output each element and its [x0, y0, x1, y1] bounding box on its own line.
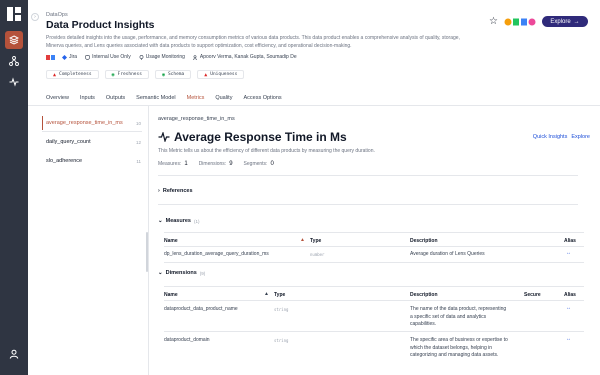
- dimension-name: dataproduct_data_product_name: [164, 306, 238, 312]
- meta-jira[interactable]: Jira: [46, 54, 77, 60]
- check-freshness[interactable]: ◉ Freshness: [104, 70, 149, 79]
- page-title: Data Product Insights: [46, 19, 155, 31]
- metric-item-daily-query-count[interactable]: daily_query_count: [46, 139, 91, 145]
- check-uniqueness[interactable]: ▲ Uniqueness: [197, 70, 245, 79]
- measures-toggle[interactable]: ⌄ Measures (1): [158, 218, 200, 224]
- divider: [42, 131, 142, 132]
- dimension-description: The specific area of business or experti…: [410, 337, 508, 358]
- nav-rail: [0, 0, 28, 375]
- dimension-description: The name of the data product, representi…: [410, 306, 507, 327]
- metric-title: Average Response Time in Ms: [158, 130, 347, 144]
- star-icon[interactable]: ☆: [489, 16, 498, 27]
- col-alias[interactable]: Alias: [564, 238, 576, 244]
- metric-item-count: 11: [136, 159, 141, 164]
- metric-item-count: 12: [135, 140, 141, 145]
- chevron-down-icon: ⌄: [158, 270, 163, 276]
- metric-description: This Metric tells us about the efficienc…: [158, 148, 375, 154]
- jira-icon: [62, 54, 67, 60]
- product-meta: Jira Internal Use Only Usage Monitoring …: [46, 54, 297, 60]
- meta-visibility: Internal Use Only: [85, 54, 131, 60]
- warning-icon: ▲: [204, 71, 208, 78]
- user-profile-icon[interactable]: [5, 345, 23, 363]
- tool-logos-icon: [46, 54, 55, 60]
- app-window: › DataOps Data Product Insights Provides…: [0, 0, 600, 375]
- metrics-list: average_response_time_in_ms 10 daily_que…: [28, 106, 149, 375]
- breadcrumb[interactable]: DataOps: [46, 12, 68, 18]
- activity-icon: [158, 132, 170, 142]
- metric-links: Quick Insights Explore: [533, 134, 590, 140]
- col-name[interactable]: Name: [164, 238, 178, 244]
- dimension-type: string: [274, 338, 289, 343]
- divider: [164, 246, 584, 247]
- chevron-down-icon: ⌄: [158, 218, 163, 224]
- metric-item-count: 10: [135, 121, 141, 126]
- divider: [158, 175, 578, 176]
- visibility-label: Internal Use Only: [92, 54, 131, 60]
- scrollbar[interactable]: [146, 232, 148, 272]
- location-pin-icon: [139, 54, 144, 60]
- col-alias[interactable]: Alias: [564, 292, 576, 298]
- integrations-icons[interactable]: [504, 17, 536, 27]
- app-logo-icon: [7, 7, 21, 21]
- main-area: DataOps Data Product Insights Provides d…: [28, 0, 600, 375]
- chevron-right-icon: ›: [158, 188, 160, 194]
- metric-item-slo-adherence[interactable]: slo_adherence: [46, 158, 82, 164]
- explore-button[interactable]: Explore →: [542, 16, 588, 27]
- usecase-label: Usage Monitoring: [145, 54, 185, 60]
- shield-icon: [85, 54, 90, 60]
- col-description[interactable]: Description: [410, 238, 438, 244]
- measure-type: number: [310, 252, 325, 257]
- users-icon: [192, 54, 197, 60]
- page-description: Provides detailed insights into the usag…: [46, 35, 460, 49]
- check-circle-icon: ◉: [161, 71, 165, 78]
- divider: [164, 262, 584, 263]
- divider: [164, 331, 584, 332]
- check-completeness[interactable]: ▲ Completeness: [46, 70, 99, 79]
- alias-link-icon[interactable]: ↔: [566, 250, 571, 256]
- warning-icon: ▲: [53, 71, 57, 78]
- col-name[interactable]: Name: [164, 292, 178, 298]
- divider: [164, 232, 584, 233]
- alias-link-icon[interactable]: ↔: [566, 305, 571, 311]
- col-description[interactable]: Description: [410, 292, 438, 298]
- dimensions-toggle[interactable]: ⌄ Dimensions (9): [158, 270, 205, 276]
- check-schema[interactable]: ◉ Schema: [154, 70, 192, 79]
- header-actions: ☆ Explore →: [489, 16, 588, 27]
- owners-label: Apoorv Verma, Kanak Gupta, Soumadip De: [199, 54, 297, 60]
- meta-usecase: Usage Monitoring: [139, 54, 185, 60]
- metric-stats: Measures: 1 Dimensions: 9 Segments: 0: [158, 161, 274, 167]
- metric-item-average-response-time[interactable]: average_response_time_in_ms: [46, 120, 123, 126]
- sort-desc-icon[interactable]: ▲: [300, 237, 305, 243]
- arrow-right-icon: →: [573, 18, 580, 25]
- quick-insights-link[interactable]: Quick Insights: [533, 134, 568, 140]
- dimension-name: dataproduct_domain: [164, 337, 210, 343]
- col-type[interactable]: Type: [310, 238, 321, 244]
- jira-label: Jira: [69, 54, 78, 60]
- network-icon[interactable]: [5, 52, 23, 70]
- metric-id: average_response_time_in_ms: [158, 116, 235, 122]
- activity-icon[interactable]: [5, 73, 23, 91]
- divider: [164, 300, 584, 301]
- measure-name: dp_lens_duration_average_query_duration_…: [164, 251, 269, 257]
- alias-link-icon[interactable]: ↔: [566, 336, 571, 342]
- layers-icon[interactable]: [5, 31, 23, 49]
- check-circle-icon: ◉: [111, 71, 115, 78]
- measure-description: Average duration of Lens Queries: [410, 251, 485, 257]
- divider: [164, 286, 584, 287]
- references-toggle[interactable]: › References: [158, 188, 193, 194]
- divider: [158, 204, 578, 205]
- sort-icon[interactable]: ▲: [264, 291, 269, 297]
- meta-owners: Apoorv Verma, Kanak Gupta, Soumadip De: [192, 54, 297, 60]
- explore-link[interactable]: Explore: [571, 134, 590, 140]
- col-secure[interactable]: Secure: [524, 292, 541, 298]
- quality-checks: ▲ Completeness ◉ Freshness ◉ Schema ▲ Unique…: [46, 70, 245, 79]
- col-type[interactable]: Type: [274, 292, 285, 298]
- dimension-type: string: [274, 307, 289, 312]
